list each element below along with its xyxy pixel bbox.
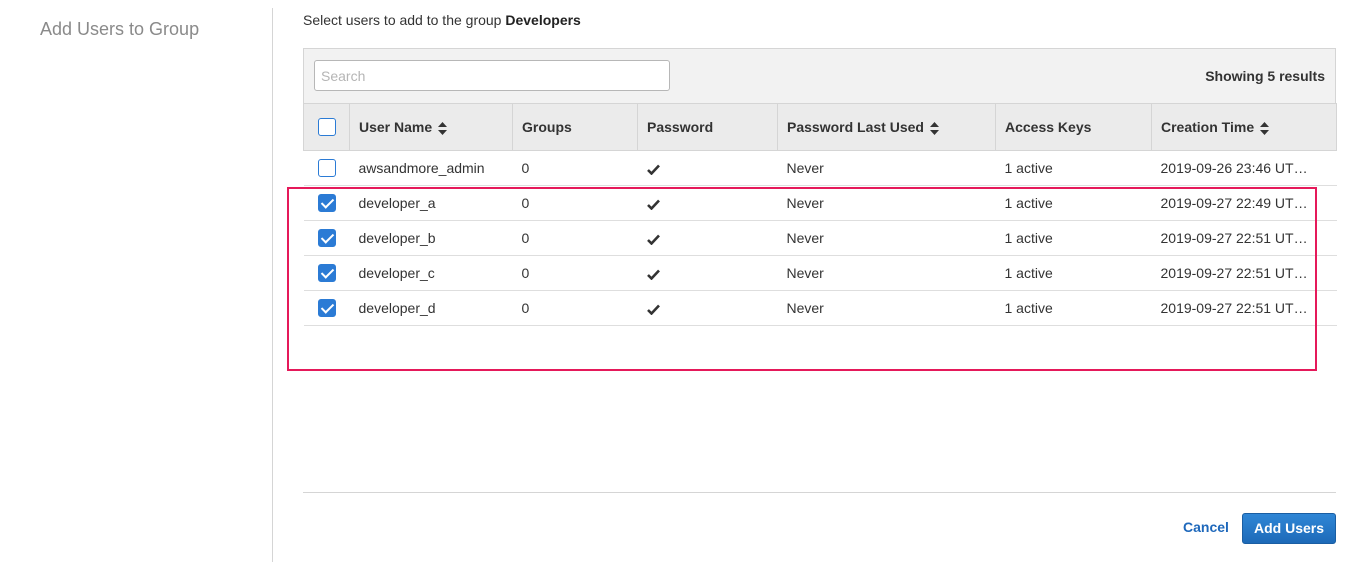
group-name: Developers xyxy=(505,12,581,28)
check-icon xyxy=(646,304,660,315)
cell-password-last-used: Never xyxy=(777,255,996,291)
check-icon xyxy=(646,234,660,245)
table-row[interactable]: developer_a 0 Never 1 active 2019-09-27 … xyxy=(303,185,1337,221)
cell-user-name: developer_c xyxy=(349,255,513,291)
row-select-cell xyxy=(303,185,350,221)
cell-access-keys: 1 active xyxy=(995,290,1152,326)
cell-password xyxy=(637,290,778,326)
cell-access-keys: 1 active xyxy=(995,255,1152,291)
cell-creation-time: 2019-09-26 23:46 UT… xyxy=(1151,150,1337,186)
cell-groups: 0 xyxy=(512,185,638,221)
column-header-label: User Name xyxy=(359,119,433,135)
cell-password xyxy=(637,220,778,256)
table-toolbar: Showing 5 results xyxy=(303,48,1336,103)
row-checkbox[interactable] xyxy=(317,264,336,283)
cell-password-last-used: Never xyxy=(777,220,996,256)
cell-access-keys: 1 active xyxy=(995,150,1152,186)
table-body: awsandmore_admin 0 Never 1 active 2019-0… xyxy=(303,150,1337,326)
cell-creation-time: 2019-09-27 22:51 UT… xyxy=(1151,255,1337,291)
table-row[interactable]: developer_c 0 Never 1 active 2019-09-27 … xyxy=(303,255,1337,291)
row-checkbox[interactable] xyxy=(317,159,336,178)
cancel-button[interactable]: Cancel xyxy=(1183,519,1229,535)
add-users-to-group-page: Add Users to Group Select users to add t… xyxy=(0,0,1361,562)
cell-groups: 0 xyxy=(512,150,638,186)
cell-access-keys: 1 active xyxy=(995,185,1152,221)
row-select-cell xyxy=(303,290,350,326)
table-row[interactable]: awsandmore_admin 0 Never 1 active 2019-0… xyxy=(303,150,1337,186)
cell-creation-time: 2019-09-27 22:51 UT… xyxy=(1151,220,1337,256)
cell-password-last-used: Never xyxy=(777,150,996,186)
column-header-user-name[interactable]: User Name xyxy=(349,103,513,151)
instruction-text: Select users to add to the group Develop… xyxy=(303,12,581,28)
table-row[interactable]: developer_d 0 Never 1 active 2019-09-27 … xyxy=(303,290,1337,326)
cell-user-name: awsandmore_admin xyxy=(349,150,513,186)
cell-password xyxy=(637,185,778,221)
select-all-cell xyxy=(303,103,350,151)
cell-user-name: developer_b xyxy=(349,220,513,256)
sort-icon xyxy=(438,121,448,135)
cell-groups: 0 xyxy=(512,290,638,326)
cell-access-keys: 1 active xyxy=(995,220,1152,256)
footer-divider xyxy=(303,492,1336,493)
row-checkbox[interactable] xyxy=(317,229,336,248)
users-table-panel: Showing 5 results User Name xyxy=(303,48,1337,326)
users-table: User Name Groups Password Password Last … xyxy=(303,103,1337,326)
check-icon xyxy=(646,269,660,280)
cell-groups: 0 xyxy=(512,255,638,291)
row-checkbox[interactable] xyxy=(317,194,336,213)
column-header-label: Password Last Used xyxy=(787,119,924,135)
column-header-creation-time[interactable]: Creation Time xyxy=(1151,103,1337,151)
table-header-row: User Name Groups Password Password Last … xyxy=(303,103,1337,151)
sort-icon xyxy=(1260,121,1270,135)
check-icon xyxy=(646,199,660,210)
cell-creation-time: 2019-09-27 22:51 UT… xyxy=(1151,290,1337,326)
cell-groups: 0 xyxy=(512,220,638,256)
cell-password xyxy=(637,150,778,186)
vertical-divider xyxy=(272,8,273,562)
add-users-button[interactable]: Add Users xyxy=(1242,513,1336,544)
row-select-cell xyxy=(303,255,350,291)
cell-user-name: developer_a xyxy=(349,185,513,221)
row-select-cell xyxy=(303,150,350,186)
column-header-password: Password xyxy=(637,103,778,151)
cell-creation-time: 2019-09-27 22:49 UT… xyxy=(1151,185,1337,221)
sort-icon xyxy=(929,121,939,135)
row-select-cell xyxy=(303,220,350,256)
cell-user-name: developer_d xyxy=(349,290,513,326)
cell-password xyxy=(637,255,778,291)
search-input[interactable] xyxy=(314,60,670,91)
column-header-groups: Groups xyxy=(512,103,638,151)
column-header-access-keys: Access Keys xyxy=(995,103,1152,151)
column-header-password-last-used[interactable]: Password Last Used xyxy=(777,103,996,151)
table-row[interactable]: developer_b 0 Never 1 active 2019-09-27 … xyxy=(303,220,1337,256)
cell-password-last-used: Never xyxy=(777,290,996,326)
results-count: Showing 5 results xyxy=(1205,68,1325,84)
select-all-checkbox[interactable] xyxy=(317,118,336,137)
instruction-prefix: Select users to add to the group xyxy=(303,12,502,28)
page-title: Add Users to Group xyxy=(40,19,200,39)
cell-password-last-used: Never xyxy=(777,185,996,221)
column-header-label: Creation Time xyxy=(1161,119,1255,135)
check-icon xyxy=(646,164,660,175)
row-checkbox[interactable] xyxy=(317,299,336,318)
